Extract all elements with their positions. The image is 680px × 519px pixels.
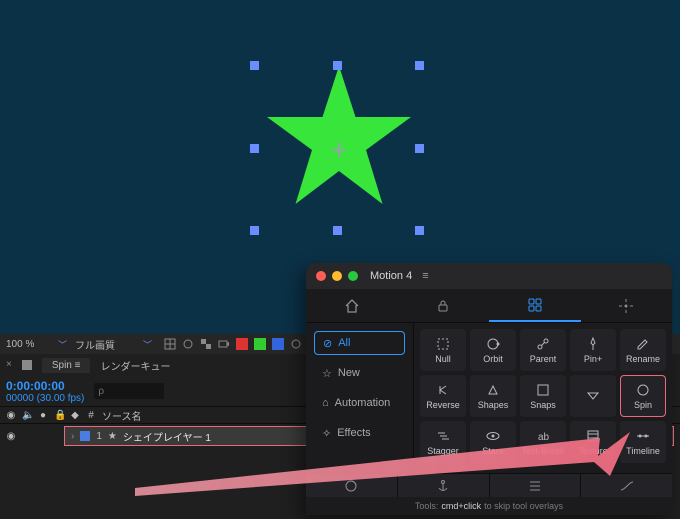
panel-close-icon[interactable]: × xyxy=(6,359,12,371)
tool-sort[interactable] xyxy=(570,375,616,417)
shape-layer-star-icon: ★ xyxy=(108,431,117,442)
eye-column-icon[interactable]: ◉ xyxy=(6,410,16,421)
link-icon: ⊘ xyxy=(323,337,332,350)
panel-footer-buttons xyxy=(306,473,672,497)
tool-reverse[interactable]: Reverse xyxy=(420,375,466,417)
camera-icon[interactable] xyxy=(218,338,230,350)
tool-rename[interactable]: Rename xyxy=(620,329,666,371)
anchor-point-icon[interactable] xyxy=(334,145,344,155)
channel-green-icon[interactable] xyxy=(254,338,266,350)
tab-target-icon[interactable] xyxy=(581,289,673,322)
layer-name[interactable]: シェイプレイヤー 1 xyxy=(123,429,211,444)
chevron-down-icon: ﹀ xyxy=(143,338,152,351)
selection-bounding-box[interactable] xyxy=(254,65,420,231)
panel-menu-icon[interactable]: ≡ xyxy=(75,360,81,371)
tool-stagger[interactable]: Stagger xyxy=(420,421,466,463)
tool-snaps[interactable]: Snaps xyxy=(520,375,566,417)
sidebar-item-all[interactable]: ⊘All xyxy=(314,331,405,355)
source-name-column[interactable]: ソース名 xyxy=(102,408,142,423)
chevron-down-icon: ﹀ xyxy=(58,338,67,351)
resize-handle-bot-right[interactable] xyxy=(415,226,424,235)
twirl-icon[interactable]: › xyxy=(71,431,74,442)
sidebar-item-automation[interactable]: ⌂Automation xyxy=(314,391,405,415)
resize-handle-bot-left[interactable] xyxy=(250,226,259,235)
transparency-icon[interactable] xyxy=(200,338,212,350)
panel-title: Motion 4 xyxy=(370,270,412,282)
panel-color-swatch xyxy=(22,360,32,370)
mask-icon[interactable] xyxy=(182,338,194,350)
star-icon: ☆ xyxy=(322,367,332,380)
tool-shapes[interactable]: Shapes xyxy=(470,375,516,417)
footer-align-icon[interactable] xyxy=(490,474,582,497)
quality-dropdown[interactable]: フル画質 xyxy=(75,337,135,352)
tab-grid-icon[interactable] xyxy=(489,289,581,322)
frame-count-fps: 00000 (30.00 fps) xyxy=(6,393,84,404)
sidebar-item-new[interactable]: ☆New xyxy=(314,361,405,385)
sparkle-icon: ✧ xyxy=(322,427,331,440)
resize-handle-top-left[interactable] xyxy=(250,61,259,70)
tool-text-break[interactable]: abText-Break xyxy=(520,421,566,463)
layer-visibility-eye-icon[interactable]: ◉ xyxy=(6,431,16,442)
solo-column-icon[interactable]: ● xyxy=(38,410,48,421)
robot-icon: ⌂ xyxy=(322,397,329,409)
grid-icon[interactable] xyxy=(164,338,176,350)
window-minimize-icon[interactable] xyxy=(332,271,342,281)
motion4-panel: Motion 4 ≡ ⊘All ☆New ⌂Automation ✧Effect… xyxy=(306,263,672,515)
tab-spin[interactable]: Spin ≡ xyxy=(42,358,91,373)
tab-lock-icon[interactable] xyxy=(398,289,490,322)
tool-parent[interactable]: Parent xyxy=(520,329,566,371)
tool-spin[interactable]: Spin xyxy=(620,375,666,417)
window-close-icon[interactable] xyxy=(316,271,326,281)
layer-index: 1 xyxy=(96,431,102,442)
panel-tabbar xyxy=(306,289,672,323)
audio-column-icon[interactable]: 🔈 xyxy=(22,410,32,421)
svg-text:ab: ab xyxy=(538,432,550,443)
layer-color-label[interactable] xyxy=(80,431,90,441)
zoom-dropdown[interactable]: 100 % xyxy=(6,339,50,350)
tool-texture[interactable]: Texture xyxy=(570,421,616,463)
window-zoom-icon[interactable] xyxy=(348,271,358,281)
tool-null[interactable]: Null xyxy=(420,329,466,371)
current-timecode[interactable]: 0:00:00:00 xyxy=(6,379,84,393)
channel-red-icon[interactable] xyxy=(236,338,248,350)
panel-menu-icon[interactable]: ≡ xyxy=(422,270,428,282)
resize-handle-mid-left[interactable] xyxy=(250,144,259,153)
timeline-search-input[interactable] xyxy=(94,383,164,399)
panel-hint-text: Tools:cmd+clickto skip tool overlays xyxy=(306,497,672,515)
footer-anchor-icon[interactable] xyxy=(398,474,490,497)
tool-stare[interactable]: Stare xyxy=(470,421,516,463)
resize-handle-mid-right[interactable] xyxy=(415,144,424,153)
tool-timeline[interactable]: Timeline xyxy=(620,421,666,463)
label-column-icon[interactable]: ◆ xyxy=(70,410,80,421)
channel-blue-icon[interactable] xyxy=(272,338,284,350)
tab-home-icon[interactable] xyxy=(306,289,398,322)
resize-handle-bot-mid[interactable] xyxy=(333,226,342,235)
sidebar-item-effects[interactable]: ✧Effects xyxy=(314,421,405,445)
lock-column-icon[interactable]: 🔒 xyxy=(54,410,64,421)
tools-grid: Null Orbit Parent Pin+ Rename Reverse Sh… xyxy=(420,329,666,463)
resize-handle-top-right[interactable] xyxy=(415,61,424,70)
panel-titlebar[interactable]: Motion 4 ≡ xyxy=(306,263,672,289)
exposure-icon[interactable] xyxy=(290,338,302,350)
tool-pin-plus[interactable]: Pin+ xyxy=(570,329,616,371)
footer-color-icon[interactable] xyxy=(306,474,398,497)
footer-ease-icon[interactable] xyxy=(581,474,672,497)
resize-handle-top-mid[interactable] xyxy=(333,61,342,70)
tool-orbit[interactable]: Orbit xyxy=(470,329,516,371)
index-column: # xyxy=(86,410,96,421)
tab-render-queue[interactable]: レンダーキュー xyxy=(100,358,170,373)
panel-category-sidebar: ⊘All ☆New ⌂Automation ✧Effects xyxy=(306,323,414,473)
